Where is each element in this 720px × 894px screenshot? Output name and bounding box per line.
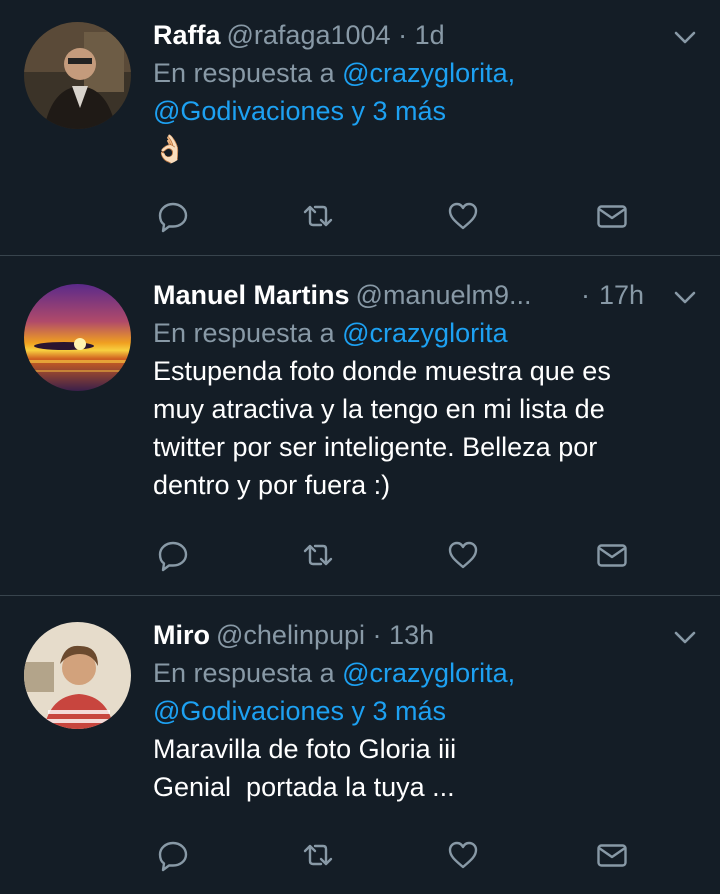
reply-prefix: En respuesta a	[153, 58, 335, 88]
retweet-icon[interactable]	[301, 838, 335, 872]
reply-icon[interactable]	[156, 199, 190, 233]
reply-context: En respuesta a @crazyglorita,	[153, 654, 698, 692]
user-name[interactable]: Manuel Martins	[153, 280, 350, 310]
chevron-down-icon[interactable]	[672, 282, 698, 308]
tweet-text-line: Maravilla de foto Gloria iii	[153, 734, 457, 764]
tweet-text: 👌🏻	[153, 130, 698, 168]
timestamp[interactable]: 17h	[599, 276, 644, 314]
chevron-down-icon[interactable]	[672, 622, 698, 648]
tweet[interactable]: Miro @chelinpupi · 13h En respuesta a @cr…	[0, 596, 720, 894]
separator-dot: ·	[372, 620, 382, 650]
tweet-actions	[156, 538, 630, 572]
mention-link[interactable]: @crazyglorita	[342, 318, 507, 348]
user-handle[interactable]: @manuelm9...	[356, 280, 532, 310]
tweet-header: Miro @chelinpupi · 13h	[153, 616, 698, 654]
heart-icon[interactable]	[446, 838, 480, 872]
timestamp[interactable]: 1d	[415, 20, 445, 50]
user-handle[interactable]: @rafaga1004	[227, 20, 391, 50]
reply-context: En respuesta a @crazyglorita,	[153, 54, 698, 92]
tweet-header: Manuel Martins @manuelm9... · 17h	[153, 276, 698, 314]
separator-dot: ·	[398, 20, 408, 50]
heart-icon[interactable]	[446, 199, 480, 233]
reply-prefix: En respuesta a	[153, 318, 335, 348]
envelope-icon[interactable]	[595, 538, 629, 572]
envelope-icon[interactable]	[595, 838, 629, 872]
tweet-header: Raffa @rafaga1004 · 1d	[153, 16, 698, 54]
retweet-icon[interactable]	[301, 199, 335, 233]
tweet-text-line: twitter por ser inteligente. Belleza por	[153, 432, 598, 462]
tweet[interactable]: Raffa @rafaga1004 · 1d En respuesta a @cr…	[0, 0, 720, 256]
tweet-text: Maravilla de foto Gloria iii Genial port…	[153, 730, 698, 806]
timestamp[interactable]: 13h	[389, 620, 434, 650]
tweet-text-line: Genial portada la tuya ...	[153, 772, 455, 802]
tweet-text-line: muy atractiva y la tengo en mi lista de	[153, 394, 605, 424]
chevron-down-icon[interactable]	[672, 22, 698, 48]
heart-icon[interactable]	[446, 538, 480, 572]
tweet-text-line: 👌🏻	[153, 134, 187, 164]
mention-link[interactable]: @crazyglorita,	[342, 658, 515, 688]
reply-context-continued: @Godivaciones y 3 más	[153, 92, 698, 130]
reply-prefix: En respuesta a	[153, 658, 335, 688]
tweet-text: Estupenda foto donde muestra que es muy …	[153, 352, 698, 504]
avatar[interactable]	[24, 622, 131, 729]
mention-link[interactable]: @crazyglorita,	[342, 58, 515, 88]
avatar[interactable]	[24, 284, 131, 391]
tweet-actions	[156, 199, 630, 233]
reply-icon[interactable]	[156, 538, 190, 572]
reply-context-continued: @Godivaciones y 3 más	[153, 692, 698, 730]
tweet[interactable]: Manuel Martins @manuelm9... · 17h En resp…	[0, 256, 720, 596]
reply-context: En respuesta a @crazyglorita	[153, 314, 698, 352]
retweet-icon[interactable]	[301, 538, 335, 572]
separator-dot: ·	[581, 280, 590, 310]
user-name[interactable]: Raffa	[153, 20, 221, 50]
avatar[interactable]	[24, 22, 131, 129]
envelope-icon[interactable]	[595, 199, 629, 233]
user-name[interactable]: Miro	[153, 620, 210, 650]
tweet-text-line: Estupenda foto donde muestra que es	[153, 356, 611, 386]
mention-link[interactable]: @Godivaciones y 3 más	[153, 96, 446, 126]
tweet-text-line: dentro y por fuera :)	[153, 470, 391, 500]
user-handle[interactable]: @chelinpupi	[216, 620, 365, 650]
mention-link[interactable]: @Godivaciones y 3 más	[153, 696, 446, 726]
tweet-actions	[156, 838, 630, 872]
reply-icon[interactable]	[156, 838, 190, 872]
